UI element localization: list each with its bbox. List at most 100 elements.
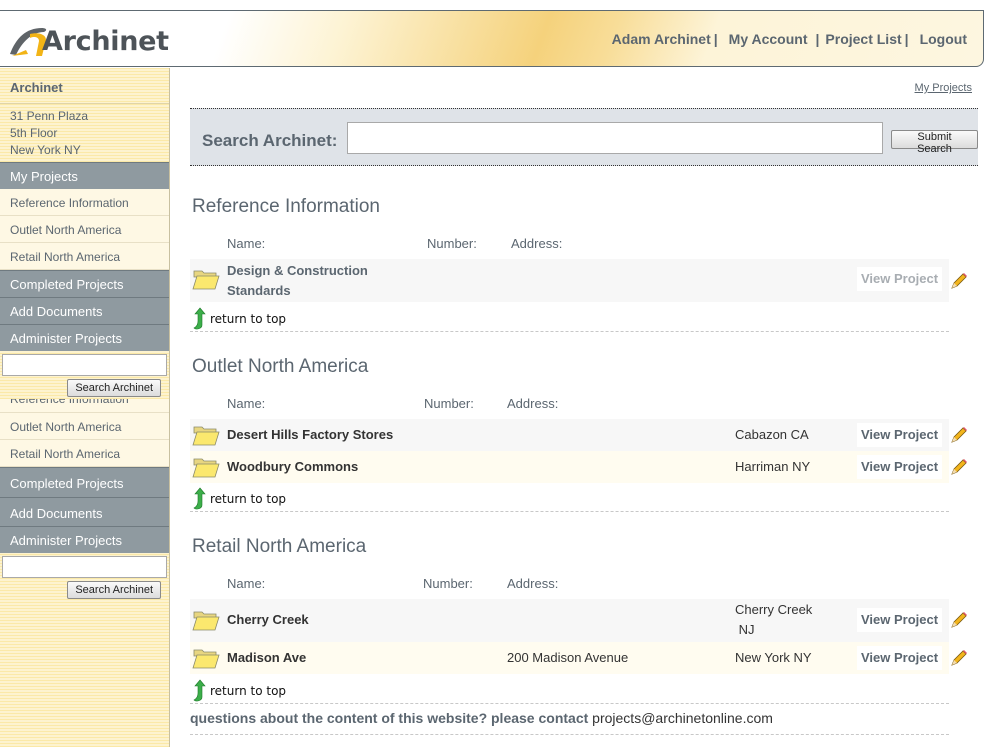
search-label: Search Archinet: xyxy=(202,131,338,150)
office-address: 31 Penn Plaza 5th Floor New York NY xyxy=(0,104,169,162)
column-header-name: Name: xyxy=(227,576,266,591)
divider xyxy=(190,511,949,512)
return-to-top-link[interactable]: return to top xyxy=(192,679,286,703)
return-to-top-label: return to top xyxy=(210,684,287,698)
contact-footer: questions about the content of this webs… xyxy=(190,710,773,726)
section-title-outlet-north-america: Outlet North America xyxy=(192,356,369,377)
sidebar-item-outlet-north-america[interactable]: Outlet North America xyxy=(0,216,169,243)
clipped-label: Reference Information xyxy=(10,399,129,406)
project-row: Woodbury Commons Harriman NY View Projec… xyxy=(190,451,949,483)
sidebar-item-my-projects[interactable]: My Projects xyxy=(0,162,169,189)
folder-icon[interactable] xyxy=(192,267,220,291)
address-line: New York NY xyxy=(10,143,81,157)
project-name-link[interactable]: Design & Construction Standards xyxy=(227,261,368,301)
project-name-link[interactable]: Desert Hills Factory Stores xyxy=(227,425,393,445)
sidebar-item-administer-projects[interactable]: Administer Projects xyxy=(0,324,169,351)
return-to-top-link[interactable]: return to top xyxy=(192,307,286,331)
project-city-state: New York NY xyxy=(735,650,812,665)
sidebar-search-button[interactable]: Search Archinet xyxy=(67,581,161,599)
project-name-link[interactable]: Woodbury Commons xyxy=(227,457,358,477)
folder-icon[interactable] xyxy=(192,423,220,447)
green-arrow-up-icon xyxy=(193,487,206,510)
sidebar: Archinet 31 Penn Plaza 5th Floor New Yor… xyxy=(0,68,170,747)
column-header-number: Number: xyxy=(423,576,473,591)
project-row: Madison Ave 200 Madison Avenue New York … xyxy=(190,642,949,674)
my-account-link[interactable]: My Account xyxy=(729,31,808,47)
column-header-address: Address: xyxy=(507,576,559,591)
column-header-number: Number: xyxy=(424,396,474,411)
project-row: Cherry Creek Cherry Creek NJ View Projec… xyxy=(190,599,949,642)
user-name-link[interactable]: Adam Archinet xyxy=(612,31,711,47)
sidebar-search: Search Archinet xyxy=(0,351,169,399)
sidebar-item-completed-projects[interactable]: Completed Projects xyxy=(0,467,169,497)
my-projects-link[interactable]: My Projects xyxy=(915,82,972,94)
edit-pencil-icon[interactable] xyxy=(949,457,969,477)
project-city-state: Cherry Creek NJ xyxy=(735,600,812,640)
project-list-link[interactable]: Project List xyxy=(825,31,901,47)
view-project-button[interactable]: View Project xyxy=(857,646,943,670)
submit-search-button[interactable]: Submit Search xyxy=(891,130,978,155)
return-to-top-label: return to top xyxy=(210,492,287,506)
sidebar-item-outlet-north-america[interactable]: Outlet North America xyxy=(0,413,169,440)
project-city-state: Cabazon CA xyxy=(735,427,809,442)
edit-pencil-icon[interactable] xyxy=(949,425,969,445)
sidebar-item-administer-projects[interactable]: Administer Projects xyxy=(0,526,169,553)
nav-separator: | xyxy=(815,31,820,47)
sidebar-item-retail-north-america[interactable]: Retail North America xyxy=(0,243,169,270)
sidebar-item-retail-north-america[interactable]: Retail North America xyxy=(0,440,169,467)
project-name-link[interactable]: Cherry Creek xyxy=(227,610,309,630)
project-address: 200 Madison Avenue xyxy=(507,650,629,665)
address-line: 31 Penn Plaza xyxy=(10,109,89,123)
name-line: Standards xyxy=(227,283,291,298)
view-project-button[interactable]: View Project xyxy=(857,267,943,291)
green-arrow-up-icon xyxy=(193,679,206,702)
logo-text: Archinet xyxy=(42,25,169,57)
sidebar-item-add-documents[interactable]: Add Documents xyxy=(0,297,169,324)
edit-pencil-icon[interactable] xyxy=(949,610,969,630)
column-header-name: Name: xyxy=(227,236,266,251)
return-to-top-link[interactable]: return to top xyxy=(192,487,286,511)
sidebar-search: Search Archinet xyxy=(0,553,169,601)
nav-separator: | xyxy=(713,31,718,47)
folder-icon[interactable] xyxy=(192,608,220,632)
archinet-logo[interactable]: Archinet xyxy=(8,24,169,58)
logout-link[interactable]: Logout xyxy=(920,31,967,47)
return-to-top-label: return to top xyxy=(210,312,287,326)
search-bar: Search Archinet: Submit Search xyxy=(190,108,978,166)
site-header: Archinet Adam Archinet | My Account | Proj… xyxy=(0,10,984,67)
sidebar-item-reference-information-clipped[interactable]: Reference Information xyxy=(0,399,169,413)
view-project-button[interactable]: View Project xyxy=(857,455,943,479)
column-header-name: Name: xyxy=(227,396,266,411)
folder-icon[interactable] xyxy=(192,455,220,479)
view-project-button[interactable]: View Project xyxy=(857,423,943,447)
sidebar-search-input[interactable] xyxy=(2,354,167,376)
section-title-reference-information: Reference Information xyxy=(192,196,380,217)
sidebar-title: Archinet xyxy=(0,68,169,104)
contact-question: questions about the content of this webs… xyxy=(190,710,589,726)
state-line: NJ xyxy=(735,622,755,637)
divider xyxy=(190,331,949,332)
contact-email-link[interactable]: projects@archinetonline.com xyxy=(592,710,773,726)
divider xyxy=(190,734,949,735)
view-project-button[interactable]: View Project xyxy=(857,608,943,632)
sidebar-item-completed-projects[interactable]: Completed Projects xyxy=(0,270,169,297)
project-name-link[interactable]: Madison Ave xyxy=(227,648,306,668)
edit-pencil-icon[interactable] xyxy=(949,271,969,291)
green-arrow-up-icon xyxy=(193,307,206,330)
project-city-state: Harriman NY xyxy=(735,459,811,474)
divider xyxy=(190,703,949,704)
search-input[interactable] xyxy=(347,122,883,154)
sidebar-search-input[interactable] xyxy=(2,556,167,578)
sidebar-search-button[interactable]: Search Archinet xyxy=(67,379,161,397)
sidebar-item-add-documents[interactable]: Add Documents xyxy=(0,497,169,526)
folder-icon[interactable] xyxy=(192,646,220,670)
column-header-address: Address: xyxy=(507,396,559,411)
city-line: Cherry Creek xyxy=(735,602,813,617)
section-title-retail-north-america: Retail North America xyxy=(192,536,367,557)
top-navigation: Adam Archinet | My Account | Project List |… xyxy=(612,31,967,47)
project-row: Desert Hills Factory Stores Cabazon CA V… xyxy=(190,419,949,451)
column-header-number: Number: xyxy=(427,236,477,251)
sidebar-item-reference-information[interactable]: Reference Information xyxy=(0,189,169,216)
edit-pencil-icon[interactable] xyxy=(949,648,969,668)
project-row: Design & Construction Standards View Proj… xyxy=(190,259,949,302)
